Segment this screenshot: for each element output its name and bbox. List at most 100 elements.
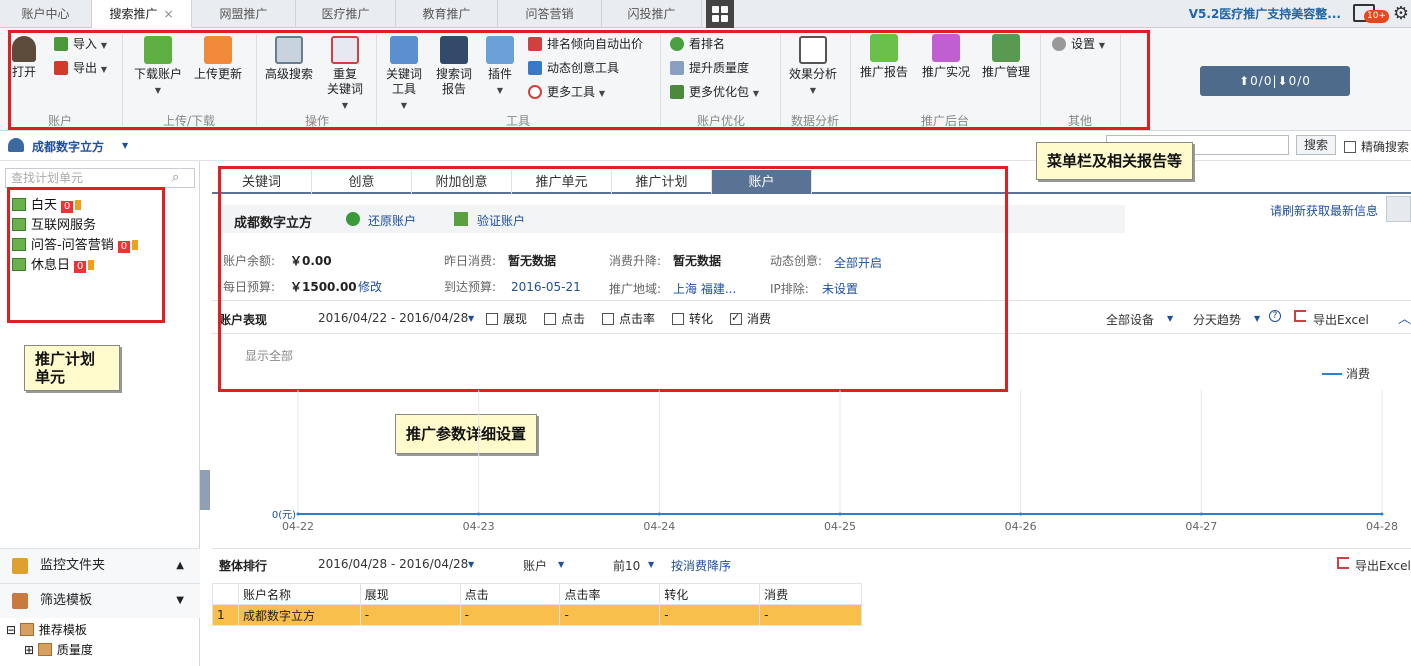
- tree-item-plan[interactable]: 互联网服务: [12, 217, 96, 235]
- upload-update-button[interactable]: 上传更新: [190, 36, 246, 82]
- tab-medical[interactable]: 医疗推广: [296, 0, 396, 28]
- column-header[interactable]: 展现: [359, 583, 461, 605]
- plugins-button[interactable]: 插件 ▼: [482, 36, 518, 98]
- promo-report-button[interactable]: 推广报告: [856, 34, 912, 80]
- duplicate-icon: [331, 36, 359, 64]
- search-icon[interactable]: ⌕: [172, 170, 179, 185]
- tab-label: 账户: [748, 175, 775, 190]
- tree-item-plan[interactable]: 休息日 0: [12, 257, 95, 275]
- keyword-tool-button[interactable]: 关键词 工具 ▼: [382, 36, 426, 113]
- advanced-search-button[interactable]: 高级搜索: [262, 36, 316, 82]
- tab-units[interactable]: 推广单元: [512, 170, 612, 194]
- manage-icon: [992, 34, 1020, 62]
- ip-link[interactable]: 未设置: [822, 280, 858, 297]
- ranking-date-range[interactable]: 2016/04/28 - 2016/04/28: [318, 557, 468, 571]
- bars-icon: [75, 200, 82, 210]
- promo-manage-button[interactable]: 推广管理: [978, 34, 1034, 80]
- region-link[interactable]: 上海 福建...: [673, 280, 736, 297]
- import-button[interactable]: 导入 ▼: [54, 36, 107, 54]
- tab-creative[interactable]: 创意: [312, 170, 412, 194]
- ranking-level-selector[interactable]: 账户: [523, 557, 547, 574]
- plan-search-input[interactable]: 查找计划单元: [5, 168, 195, 188]
- column-header[interactable]: 点击: [459, 583, 561, 605]
- search-button[interactable]: 搜索: [1296, 135, 1336, 155]
- tab-keywords[interactable]: 关键词: [212, 170, 312, 194]
- budget-label: 每日预算:: [223, 280, 276, 294]
- modify-budget-link[interactable]: 修改: [358, 278, 382, 295]
- account-selector[interactable]: 成都数字立方: [32, 138, 104, 155]
- search-report-label-2: 报告: [441, 82, 466, 96]
- grid-icon[interactable]: [706, 0, 734, 28]
- promo-live-button[interactable]: 推广实况: [918, 34, 974, 80]
- improve-quality-button[interactable]: 提升质量度: [670, 60, 749, 76]
- tree-item-plan[interactable]: 问答-问答营销 0: [12, 237, 139, 255]
- dyn-creative-link[interactable]: 全部开启: [834, 254, 882, 271]
- refresh-icon[interactable]: [1386, 196, 1411, 222]
- tree-item-quality[interactable]: ⊞ 质量度: [24, 641, 93, 659]
- checkbox[interactable]: [1344, 141, 1356, 153]
- panel-splitter[interactable]: [200, 470, 210, 510]
- settings-button[interactable]: 设置 ▼: [1052, 36, 1105, 54]
- ranking-top-selector[interactable]: 前10: [613, 557, 640, 574]
- tab-plans[interactable]: 推广计划: [612, 170, 712, 194]
- chevron-down-icon[interactable]: ▼: [468, 560, 474, 569]
- search-term-report-button[interactable]: 搜索词 报告: [432, 36, 476, 97]
- reach-value: 2016-05-21: [511, 280, 581, 294]
- chevron-down-icon[interactable]: ▼: [558, 560, 564, 569]
- tab-education[interactable]: 教育推广: [396, 0, 498, 28]
- table-row[interactable]: 1 成都数字立方 - - - - -: [212, 604, 862, 626]
- account-title: 成都数字立方: [234, 216, 313, 231]
- upload-download-counter[interactable]: ⬆0/0|⬇0/0: [1200, 66, 1350, 96]
- folder-icon: [19, 623, 34, 636]
- ranking-export-button[interactable]: 导出Excel: [1355, 557, 1411, 574]
- exact-search-checkbox[interactable]: 精确搜索: [1344, 138, 1409, 155]
- upload-icon: [204, 36, 232, 64]
- tab-account[interactable]: 账户: [712, 170, 812, 194]
- effect-analysis-button[interactable]: 效果分析 ▼: [786, 36, 840, 98]
- chevron-down-icon[interactable]: ▼: [176, 584, 184, 618]
- exact-search-label: 精确搜索: [1361, 140, 1410, 154]
- filter-template-row[interactable]: 筛选模板 ▼: [0, 583, 200, 618]
- export-button[interactable]: 导出 ▼: [54, 60, 107, 78]
- tab-extra-creative[interactable]: 附加创意: [412, 170, 512, 194]
- tab-search-promo[interactable]: 搜索推广 ×: [92, 0, 192, 28]
- version-text[interactable]: V5.2医疗推广支持美容整...: [1189, 0, 1341, 28]
- gear-icon[interactable]: ⚙: [1393, 3, 1409, 24]
- plan-icon: [12, 198, 26, 211]
- ranking-order-link[interactable]: 按消费降序: [671, 557, 731, 574]
- tab-qa[interactable]: 问答营销: [498, 0, 602, 28]
- column-header[interactable]: [212, 583, 239, 605]
- column-header[interactable]: 账户名称: [237, 583, 361, 605]
- chevron-up-icon[interactable]: ▲: [176, 549, 184, 583]
- restore-account-button[interactable]: 还原账户: [368, 212, 416, 229]
- view-rank-button[interactable]: 看排名: [670, 36, 725, 52]
- chevron-down-icon[interactable]: ▼: [648, 560, 654, 569]
- duplicate-keywords-button[interactable]: 重复 关键词 ▼: [322, 36, 368, 113]
- tab-network[interactable]: 网盟推广: [192, 0, 296, 28]
- column-header[interactable]: 消费: [759, 583, 862, 605]
- refresh-link[interactable]: 请刷新获取最新信息: [1270, 202, 1378, 219]
- export-label: 导出: [73, 61, 98, 75]
- dynamic-creative-button[interactable]: 动态创意工具: [528, 60, 619, 76]
- divider: [1120, 34, 1121, 126]
- column-header[interactable]: 点击率: [559, 583, 661, 605]
- group-account-label: 账户: [47, 114, 72, 128]
- close-icon[interactable]: ×: [163, 7, 173, 21]
- more-optimize-button[interactable]: 更多优化包 ▼: [670, 84, 759, 102]
- download-account-button[interactable]: 下载账户 ▼: [130, 36, 186, 98]
- column-header[interactable]: 转化: [659, 583, 761, 605]
- rank-bid-button[interactable]: 排名倾向自动出价: [528, 36, 643, 52]
- settings-label: 设置: [1071, 37, 1096, 51]
- verify-account-button[interactable]: 验证账户: [477, 212, 525, 229]
- tab-flash[interactable]: 闪投推广: [602, 0, 702, 28]
- data-point: [1380, 512, 1384, 516]
- divider: [850, 34, 851, 126]
- table-cell: 成都数字立方: [237, 604, 361, 626]
- open-button[interactable]: 打开: [8, 36, 40, 80]
- more-tools-button[interactable]: 更多工具 ▼: [528, 84, 605, 102]
- monitor-folder-row[interactable]: 监控文件夹 ▲: [0, 548, 200, 583]
- chevron-down-icon[interactable]: ▼: [122, 141, 128, 150]
- tab-account-center[interactable]: 账户中心: [0, 0, 92, 28]
- tree-item-recommend[interactable]: ⊟ 推荐模板: [6, 621, 87, 639]
- tree-item-plan[interactable]: 白天 0: [12, 197, 82, 215]
